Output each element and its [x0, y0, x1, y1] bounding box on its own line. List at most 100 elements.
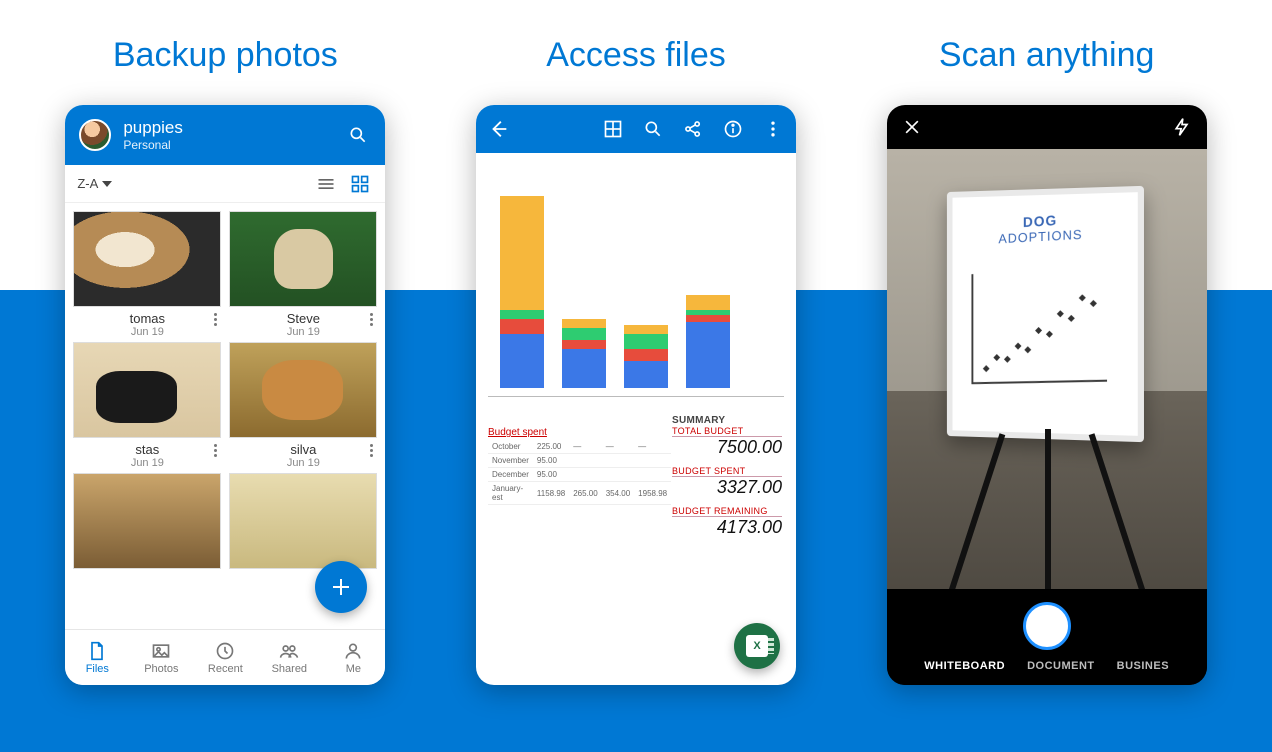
budget-table: October225.00——— November95.00 December9… — [488, 440, 671, 505]
photo-tile[interactable]: Steve Jun 19 — [229, 211, 377, 338]
scan-mode[interactable]: BUSINES — [1117, 660, 1169, 672]
panel-title: Scan anything — [939, 36, 1155, 75]
panel-backup-photos: Backup photos puppies Personal Z-A — [30, 36, 421, 685]
chevron-down-icon — [102, 181, 112, 187]
photo-tile[interactable]: stas Jun 19 — [73, 342, 221, 469]
whiteboard-prop: DOG ADOPTIONS — [947, 186, 1144, 442]
layout-icon[interactable] — [600, 116, 626, 142]
camera-viewfinder[interactable]: DOG ADOPTIONS — [887, 149, 1207, 589]
summary-block: SUMMARY TOTAL BUDGET 7500.00 BUDGET SPEN… — [672, 415, 782, 546]
tile-name: Steve — [287, 311, 320, 326]
tile-caption: tomas Jun 19 — [73, 311, 221, 338]
sort-label: Z-A — [77, 176, 98, 191]
more-icon[interactable] — [760, 116, 786, 142]
scanner-bottom-bar: WHITEBOARD DOCUMENT BUSINES — [887, 589, 1207, 685]
tab-label: Files — [86, 663, 109, 675]
shutter-button[interactable] — [1023, 602, 1071, 650]
summary-value: 3327.00 — [672, 477, 782, 498]
phone-excel-viewer: Budget spent October225.00——— November95… — [476, 105, 796, 685]
summary-heading: SUMMARY — [672, 415, 782, 426]
photo-tile[interactable] — [73, 473, 221, 569]
tile-name: silva — [290, 442, 316, 457]
header-titles: puppies Personal — [123, 118, 345, 152]
tile-caption: silva Jun 19 — [229, 442, 377, 469]
tile-name: tomas — [130, 311, 165, 326]
tab-me[interactable]: Me — [321, 630, 385, 685]
list-view-icon[interactable] — [313, 171, 339, 197]
panel-access-files: Access files Budget spent October225.00—… — [441, 36, 832, 685]
table-row: October225.00——— — [488, 440, 671, 454]
tab-photos[interactable]: Photos — [129, 630, 193, 685]
tile-date: Jun 19 — [73, 457, 221, 469]
add-button[interactable] — [315, 561, 367, 613]
scan-mode[interactable]: WHITEBOARD — [924, 660, 1005, 672]
file-icon — [87, 641, 107, 661]
document-body[interactable]: Budget spent October225.00——— November95… — [476, 153, 796, 685]
thumbnail — [73, 342, 221, 438]
excel-icon: X — [746, 635, 768, 657]
table-row: January-est1158.98265.00354.001958.98 — [488, 482, 671, 505]
search-icon[interactable] — [640, 116, 666, 142]
budget-chart — [488, 167, 784, 397]
viewer-toolbar — [476, 105, 796, 153]
tab-label: Recent — [208, 663, 243, 675]
more-icon[interactable] — [363, 444, 379, 457]
summary-label: BUDGET REMAINING — [672, 506, 782, 517]
search-icon[interactable] — [345, 122, 371, 148]
phone-files-app: puppies Personal Z-A — [65, 105, 385, 685]
thumbnail — [73, 473, 221, 569]
panel-scan-anything: Scan anything DOG ADOPTIONS — [851, 36, 1242, 685]
tile-caption: Steve Jun 19 — [229, 311, 377, 338]
tab-label: Shared — [272, 663, 307, 675]
panel-title: Access files — [546, 36, 726, 75]
tab-label: Me — [346, 663, 361, 675]
tile-name: stas — [135, 442, 159, 457]
tile-date: Jun 19 — [229, 457, 377, 469]
tile-caption: stas Jun 19 — [73, 442, 221, 469]
account-type: Personal — [123, 138, 345, 152]
marketing-panels: Backup photos puppies Personal Z-A — [0, 0, 1272, 752]
avatar[interactable] — [79, 119, 111, 151]
tile-date: Jun 19 — [229, 326, 377, 338]
thumbnail — [229, 342, 377, 438]
scan-mode[interactable]: DOCUMENT — [1027, 660, 1095, 672]
share-icon[interactable] — [680, 116, 706, 142]
summary-value: 4173.00 — [672, 517, 782, 538]
summary-value: 7500.00 — [672, 437, 782, 458]
sort-dropdown[interactable]: Z-A — [77, 176, 112, 191]
plus-icon — [329, 575, 353, 599]
person-icon — [343, 641, 363, 661]
back-icon[interactable] — [486, 116, 512, 142]
flash-icon[interactable] — [1169, 114, 1195, 140]
table-row: December95.00 — [488, 468, 671, 482]
thumbnail — [229, 211, 377, 307]
more-icon[interactable] — [363, 313, 379, 326]
thumbnail — [73, 211, 221, 307]
grid-view-icon[interactable] — [347, 171, 373, 197]
scan-mode-selector[interactable]: WHITEBOARD DOCUMENT BUSINES — [924, 660, 1169, 672]
more-icon[interactable] — [207, 313, 223, 326]
phone-scanner: DOG ADOPTIONS — [887, 105, 1207, 685]
summary-label: BUDGET SPENT — [672, 466, 782, 477]
app-header: puppies Personal — [65, 105, 385, 165]
folder-title: puppies — [123, 118, 345, 138]
tab-recent[interactable]: Recent — [193, 630, 257, 685]
image-icon — [151, 641, 171, 661]
photo-tile[interactable]: silva Jun 19 — [229, 342, 377, 469]
photo-tile[interactable]: tomas Jun 19 — [73, 211, 221, 338]
clock-icon — [215, 641, 235, 661]
close-icon[interactable] — [899, 114, 925, 140]
people-icon — [279, 641, 299, 661]
table-row: November95.00 — [488, 454, 671, 468]
bottom-nav: Files Photos Recent Shared Me — [65, 629, 385, 685]
tab-shared[interactable]: Shared — [257, 630, 321, 685]
open-in-excel-button[interactable]: X — [734, 623, 780, 669]
info-icon[interactable] — [720, 116, 746, 142]
more-icon[interactable] — [207, 444, 223, 457]
photo-tile[interactable] — [229, 473, 377, 569]
summary-label: TOTAL BUDGET — [672, 426, 782, 437]
tab-label: Photos — [144, 663, 178, 675]
panel-title: Backup photos — [113, 36, 338, 75]
scanner-top-bar — [887, 105, 1207, 149]
tab-files[interactable]: Files — [65, 630, 129, 685]
